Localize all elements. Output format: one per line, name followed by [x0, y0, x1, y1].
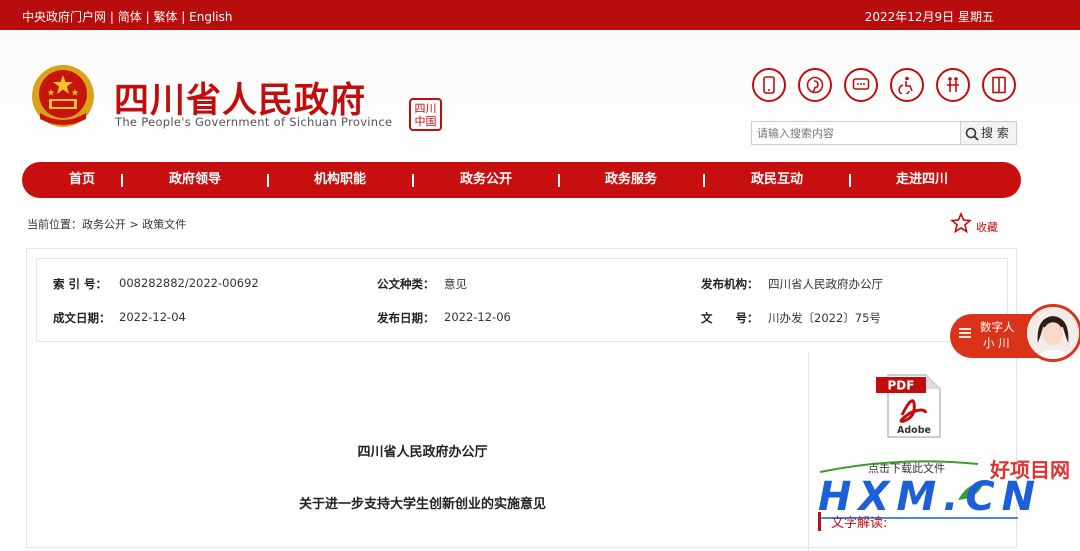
favorite-label: 收藏: [976, 221, 998, 234]
issuer-label: 发布机构：: [701, 277, 759, 291]
search-icon: [965, 127, 979, 141]
nav-item-services[interactable]: 政务服务: [571, 162, 691, 198]
simplified-chinese-link[interactable]: 简体: [118, 10, 142, 24]
message-icon[interactable]: [844, 68, 878, 102]
search-input[interactable]: [751, 121, 961, 145]
nav-item-sichuan[interactable]: 走进四川: [862, 162, 982, 198]
english-link[interactable]: English: [189, 10, 232, 24]
star-icon: [950, 212, 972, 234]
published-date-label: 发布日期：: [377, 311, 435, 325]
written-date-value: 2022-12-04: [119, 310, 186, 324]
nav-separator: [412, 174, 414, 187]
digital-assistant[interactable]: 数字人 小 川: [950, 304, 1080, 362]
assistant-label-line2: 小 川: [983, 336, 1010, 350]
nav-item-open-affairs[interactable]: 政务公开: [426, 162, 546, 198]
top-links: 中央政府门户网 | 简体 | 繁体 | English: [22, 8, 233, 25]
assistant-label-line1: 数字人: [980, 320, 1015, 334]
type-label: 公文种类：: [377, 277, 435, 291]
pinterest-icon[interactable]: [798, 68, 832, 102]
nav-separator: [703, 174, 705, 187]
nav-item-interaction[interactable]: 政民互动: [717, 162, 837, 198]
top-bar: 中央政府门户网 | 简体 | 繁体 | English 2022年12月9日 星…: [0, 0, 1080, 30]
type-value: 意见: [444, 277, 467, 291]
nav-separator: [267, 174, 269, 187]
separator: |: [109, 10, 114, 24]
doc-number-label: 文 号：: [701, 311, 759, 325]
nav-item-functions[interactable]: 机构职能: [280, 162, 400, 198]
search-button-label: 搜 索: [981, 126, 1009, 140]
mobile-icon[interactable]: [752, 68, 786, 102]
traditional-chinese-link[interactable]: 繁体: [153, 10, 177, 24]
article-body: 四川省人民政府办公厅 关于进一步支持大学生创新创业的实施意见: [36, 351, 809, 551]
written-date-label: 成文日期：: [53, 311, 111, 325]
issuing-organization: 四川省人民政府办公厅: [357, 445, 488, 460]
elderly-care-icon[interactable]: [936, 68, 970, 102]
search-box: 搜 索: [751, 121, 1017, 145]
seal-logo: 四川 中国: [409, 98, 442, 131]
main-nav: 首页 政府领导 机构职能 政务公开 政务服务 政民互动 走进四川: [22, 162, 1021, 198]
watermark-logo: 好项目网 HXM.CN: [818, 452, 1080, 537]
watermark-en: HXM.CN: [818, 474, 1043, 520]
assistant-avatar: [1024, 304, 1080, 362]
search-button[interactable]: 搜 索: [961, 121, 1017, 145]
menu-icon: [959, 328, 971, 338]
current-date: 2022年12月9日 星期五: [864, 10, 994, 24]
doc-number-value: 川办发〔2022〕75号: [768, 311, 881, 325]
published-date-value: 2022-12-06: [444, 310, 511, 324]
breadcrumb[interactable]: 当前位置：政务公开 > 政策文件: [27, 216, 186, 232]
index-value: 008282882/2022-00692: [119, 276, 259, 290]
nav-item-leaders[interactable]: 政府领导: [135, 162, 255, 198]
index-label: 索 引 号：: [53, 277, 108, 291]
nav-separator: [558, 174, 560, 187]
site-subtitle: The People's Government of Sichuan Provi…: [115, 115, 393, 129]
accessibility-icon[interactable]: [890, 68, 924, 102]
exit-icon[interactable]: [982, 68, 1016, 102]
issuer-value: 四川省人民政府办公厅: [768, 277, 883, 291]
gov-portal-link[interactable]: 中央政府门户网: [22, 10, 106, 24]
nav-separator: [849, 174, 851, 187]
nav-separator: [121, 174, 123, 187]
separator: |: [181, 10, 186, 24]
national-emblem-icon: [32, 65, 94, 127]
site-header: 四川省人民政府 The People's Government of Sichu…: [0, 30, 1080, 162]
adobe-label: Adobe: [897, 425, 931, 436]
separator: |: [145, 10, 150, 24]
document-title: 关于进一步支持大学生创新创业的实施意见: [298, 497, 546, 512]
nav-item-home[interactable]: 首页: [22, 162, 142, 198]
pdf-icon[interactable]: PDF Adobe: [876, 373, 942, 439]
pdf-badge: PDF: [888, 379, 915, 393]
document-meta: 索 引 号： 008282882/2022-00692 公文种类： 意见 发布机…: [36, 258, 1008, 342]
